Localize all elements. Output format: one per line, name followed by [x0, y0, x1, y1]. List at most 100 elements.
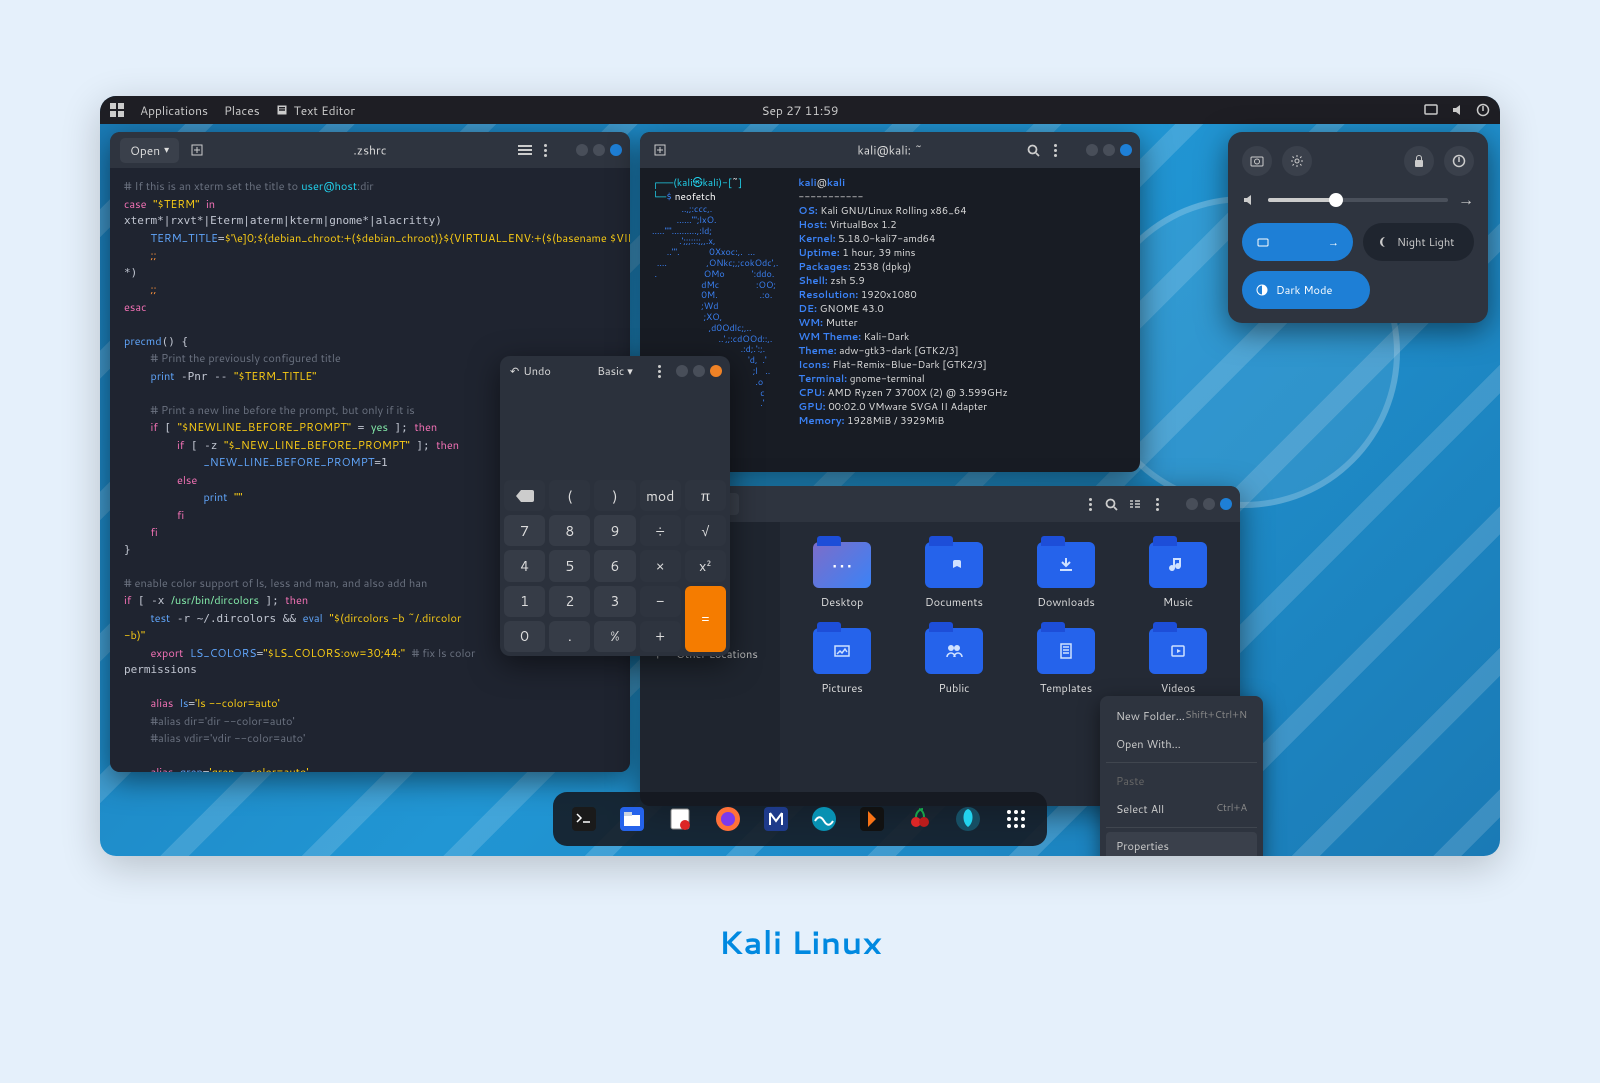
calc-key-mod[interactable]: mod [640, 480, 681, 511]
calc-key-([interactable]: ( [549, 480, 590, 511]
folder-icon [1037, 542, 1095, 588]
calc-key-÷[interactable]: ÷ [640, 515, 681, 546]
calculator-window: ↶ Undo Basic ▾ ()modπ 789÷√ 456×x² 123−= 0.%… [500, 356, 730, 656]
dock-firefox[interactable] [709, 800, 747, 838]
kebab-icon[interactable] [1050, 144, 1060, 157]
clock[interactable]: Sep 27 11:59 [762, 102, 839, 119]
kebab-icon[interactable] [540, 144, 550, 157]
folder-icon [925, 628, 983, 674]
new-tab-icon[interactable] [650, 140, 670, 160]
calc-key-=[interactable]: = [685, 586, 726, 652]
kebab-icon[interactable] [1085, 498, 1095, 511]
folder-templates[interactable]: Templates [1014, 628, 1118, 696]
night-light-toggle[interactable]: Night Light [1363, 223, 1474, 261]
calc-key-)[interactable]: ) [594, 480, 635, 511]
folder-videos[interactable]: Videos [1126, 628, 1230, 696]
calc-key-−[interactable]: − [640, 586, 681, 617]
calc-key-√[interactable]: √ [685, 515, 726, 546]
close-button[interactable] [1220, 498, 1232, 510]
close-button[interactable] [710, 365, 722, 377]
volume-slider[interactable] [1268, 198, 1448, 202]
lock-button[interactable] [1404, 146, 1434, 176]
menu-app-name[interactable]: Text Editor [276, 102, 355, 119]
calc-key-6[interactable]: 6 [594, 550, 635, 581]
folder-icon [1149, 542, 1207, 588]
minimize-button[interactable] [1086, 144, 1098, 156]
maximize-button[interactable] [1203, 498, 1215, 510]
calc-key-0[interactable]: 0 [504, 621, 545, 652]
screen-icon[interactable] [1424, 103, 1438, 117]
calc-key-3[interactable]: 3 [594, 586, 635, 617]
calculator-display[interactable] [500, 386, 730, 476]
folder-pictures[interactable]: Pictures [790, 628, 894, 696]
folder-desktop[interactable]: ⋯Desktop [790, 542, 894, 610]
ctx-properties[interactable]: Properties [1106, 832, 1257, 856]
maximize-button[interactable] [693, 365, 705, 377]
dock-kali-tools[interactable] [949, 800, 987, 838]
minimize-button[interactable] [1186, 498, 1198, 510]
volume-icon[interactable] [1450, 103, 1464, 117]
calc-key-×[interactable]: × [640, 550, 681, 581]
main-menu-icon[interactable] [1152, 498, 1162, 511]
menu-applications[interactable]: Applications [140, 102, 208, 119]
activities-icon[interactable] [110, 103, 124, 117]
power-button[interactable] [1444, 146, 1474, 176]
undo-button[interactable]: ↶ Undo [510, 363, 551, 379]
folder-music[interactable]: Music [1126, 542, 1230, 610]
dock-apps-grid[interactable] [997, 800, 1035, 838]
power-icon[interactable] [1476, 103, 1490, 117]
wired-toggle[interactable]: → [1242, 223, 1353, 261]
calc-key-π[interactable]: π [685, 480, 726, 511]
calc-key-4[interactable]: 4 [504, 550, 545, 581]
folder-downloads[interactable]: Downloads [1014, 542, 1118, 610]
calc-key-x²[interactable]: x² [685, 550, 726, 581]
calc-key-9[interactable]: 9 [594, 515, 635, 546]
minimize-button[interactable] [676, 365, 688, 377]
minimize-button[interactable] [576, 144, 588, 156]
dock-files[interactable] [613, 800, 651, 838]
dock-editor[interactable] [661, 800, 699, 838]
calc-key-+[interactable]: + [640, 621, 681, 652]
close-button[interactable] [610, 144, 622, 156]
maximize-button[interactable] [593, 144, 605, 156]
dock-burp[interactable] [853, 800, 891, 838]
maximize-button[interactable] [1103, 144, 1115, 156]
ctx-new-folder-[interactable]: New Folder…Shift+Ctrl+N [1106, 702, 1257, 730]
window-title: .zshrc [353, 142, 386, 159]
dock-terminal[interactable] [565, 800, 603, 838]
folder-documents[interactable]: Documents [902, 542, 1006, 610]
calc-key-7[interactable]: 7 [504, 515, 545, 546]
close-button[interactable] [1120, 144, 1132, 156]
search-icon[interactable] [1105, 498, 1118, 511]
calc-key-.[interactable]: . [549, 621, 590, 652]
window-title: kali@kali: ~ [858, 142, 923, 159]
dock-metasploit[interactable] [757, 800, 795, 838]
mode-selector[interactable]: Basic ▾ [597, 363, 633, 379]
kebab-icon[interactable] [654, 365, 664, 378]
new-tab-icon[interactable] [187, 140, 207, 160]
context-menu: New Folder…Shift+Ctrl+NOpen With…PasteSe… [1100, 696, 1263, 856]
volume-expand-icon[interactable]: → [1458, 188, 1474, 211]
dark-mode-toggle[interactable]: Dark Mode [1242, 271, 1370, 309]
calc-key-1[interactable]: 1 [504, 586, 545, 617]
folder-icon [1037, 628, 1095, 674]
hamburger-icon[interactable] [518, 145, 532, 155]
menu-places[interactable]: Places [224, 102, 260, 119]
window-controls [576, 144, 622, 156]
ctx-select-all[interactable]: Select AllCtrl+A [1106, 795, 1257, 823]
calc-key-⌫[interactable] [504, 480, 545, 511]
volume-icon [1242, 192, 1258, 208]
calc-key-8[interactable]: 8 [549, 515, 590, 546]
ctx-open-with-[interactable]: Open With… [1106, 730, 1257, 758]
calc-key-2[interactable]: 2 [549, 586, 590, 617]
screenshot-button[interactable] [1242, 146, 1272, 176]
folder-public[interactable]: Public [902, 628, 1006, 696]
open-button[interactable]: Open ▾ [120, 138, 179, 163]
view-icon[interactable] [1128, 497, 1142, 511]
calc-key-%[interactable]: % [594, 621, 635, 652]
search-icon[interactable] [1027, 144, 1040, 157]
dock-wireshark[interactable] [805, 800, 843, 838]
dock-cherrytree[interactable] [901, 800, 939, 838]
calc-key-5[interactable]: 5 [549, 550, 590, 581]
settings-button[interactable] [1282, 146, 1312, 176]
